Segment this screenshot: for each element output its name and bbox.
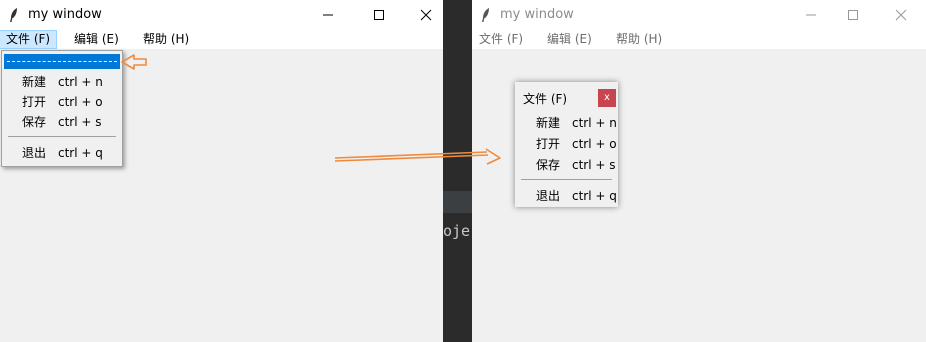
maximize-button[interactable]: [830, 0, 876, 30]
background-code-text: oje: [443, 222, 471, 240]
close-button[interactable]: [878, 0, 924, 30]
minimize-button[interactable]: [788, 0, 834, 30]
close-button[interactable]: [403, 0, 449, 30]
menu-item-open[interactable]: 打开 ctrl + o: [515, 134, 618, 154]
menu-help[interactable]: 帮助 (H): [137, 31, 195, 48]
close-icon: [895, 9, 907, 21]
title-bar[interactable]: my window: [472, 0, 926, 30]
menu-item-exit[interactable]: 退出 ctrl + q: [2, 143, 122, 163]
menu-item-new[interactable]: 新建 ctrl + n: [2, 72, 122, 92]
file-dropdown-menu: 新建 ctrl + n 打开 ctrl + o 保存 ctrl + s 退出 c…: [1, 50, 123, 167]
menu-item-new[interactable]: 新建 ctrl + n: [515, 113, 618, 133]
background-editor-strip: [443, 191, 472, 213]
torn-menu-close-button[interactable]: x: [598, 89, 616, 107]
window-title: my window: [500, 7, 574, 22]
menu-item-exit[interactable]: 退出 ctrl + q: [515, 186, 618, 206]
window-title: my window: [28, 7, 102, 22]
menu-separator: [521, 179, 612, 180]
menu-edit[interactable]: 编辑 (E): [541, 31, 598, 48]
menu-edit[interactable]: 编辑 (E): [68, 31, 125, 48]
menu-item-save[interactable]: 保存 ctrl + s: [2, 112, 122, 132]
title-bar[interactable]: my window: [0, 0, 443, 30]
feather-icon: [10, 8, 17, 22]
menu-separator: [8, 136, 116, 137]
tearoff-handle[interactable]: [4, 54, 120, 69]
menu-bar: 文件 (F) 编辑 (E) 帮助 (H): [472, 30, 926, 49]
maximize-icon: [374, 10, 384, 20]
minimize-icon: [806, 14, 816, 16]
minimize-button[interactable]: [305, 0, 351, 30]
torn-menu-title: 文件 (F): [523, 92, 568, 106]
menu-file[interactable]: 文件 (F): [473, 31, 529, 48]
menu-bar: 文件 (F) 编辑 (E) 帮助 (H): [0, 30, 443, 49]
feather-icon: [482, 8, 489, 22]
minimize-icon: [323, 14, 333, 16]
menu-item-open[interactable]: 打开 ctrl + o: [2, 92, 122, 112]
close-icon: [420, 9, 432, 21]
left-window: my window 文件 (F) 编辑 (E) 帮助 (H) 新建 ctrl +…: [0, 0, 443, 342]
menu-item-save[interactable]: 保存 ctrl + s: [515, 155, 618, 175]
menu-file[interactable]: 文件 (F): [0, 30, 58, 49]
maximize-button[interactable]: [356, 0, 402, 30]
maximize-icon: [848, 10, 858, 20]
menu-help[interactable]: 帮助 (H): [610, 31, 668, 48]
torn-off-menu-window: 文件 (F) x 新建 ctrl + n 打开 ctrl + o 保存 ctrl…: [515, 82, 618, 207]
